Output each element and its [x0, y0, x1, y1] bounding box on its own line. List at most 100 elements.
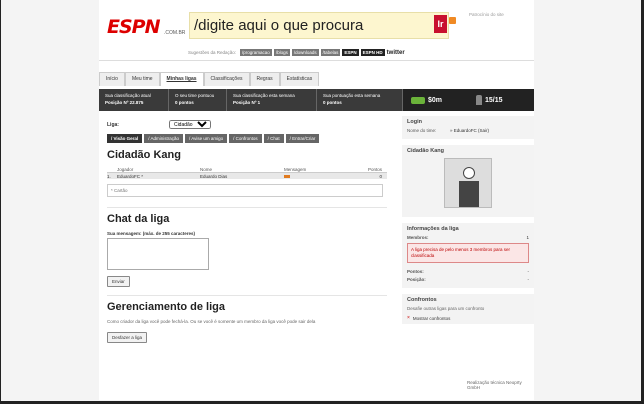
- team-name-row: Nome do time: » EduardoFC (Sair): [407, 128, 529, 133]
- cell-index: 1.: [107, 173, 111, 179]
- subnav-entrar-criar[interactable]: / Entrar/Criar: [285, 134, 320, 143]
- tab-inicio[interactable]: Início: [99, 72, 125, 86]
- search-input[interactable]: [190, 13, 420, 38]
- message-icon[interactable]: [284, 174, 290, 178]
- money-icon: [411, 96, 425, 104]
- suggestion-link[interactable]: /blogs: [273, 49, 290, 56]
- send-button[interactable]: Enviar: [107, 276, 130, 287]
- login-title: Login: [407, 119, 422, 125]
- position-label: Posição:: [407, 277, 426, 282]
- tab-estatisticas[interactable]: Estatísticas: [279, 72, 320, 86]
- team-name-link[interactable]: » EduardoFC (Sair): [450, 128, 489, 133]
- subnav-avise-amigo[interactable]: / Avise um amigo: [184, 134, 228, 143]
- avatar-body: [459, 181, 479, 207]
- rss-icon[interactable]: [449, 17, 456, 24]
- col-index: [107, 167, 117, 172]
- col-pontos: Pontos: [367, 167, 382, 172]
- show-confrontos-label[interactable]: Mostrar confrontos: [413, 316, 451, 321]
- cell-mensagem[interactable]: [284, 174, 354, 179]
- points-row: Pontos: -: [407, 269, 529, 274]
- col-mensagem: Mensagem: [284, 167, 307, 172]
- disband-league-button[interactable]: Desfazer a liga: [107, 332, 148, 343]
- show-confrontos-link[interactable]: × Mostrar confrontos: [407, 315, 529, 321]
- suggestions-bar: Sugestões da Redação: /programacao /blog…: [188, 48, 405, 57]
- points-value: -: [527, 269, 530, 274]
- league-title: Cidadão Kang: [107, 149, 181, 161]
- main-column: Liga: Cidadão Kang / Visão Geral / Admin…: [107, 120, 387, 343]
- chat-label: Sua mensagem: (máx. de 255 caracteres): [107, 231, 196, 236]
- suggestion-link[interactable]: /programacao: [240, 49, 272, 56]
- points-label: Pontos:: [407, 269, 424, 274]
- manage-title: Gerenciamento de liga: [107, 301, 225, 313]
- profile-title: Cidadão Kang: [407, 148, 444, 154]
- subnav-chat[interactable]: / Chat: [263, 134, 284, 143]
- col-nome: Nome: [200, 167, 213, 172]
- search-button[interactable]: Ir: [434, 15, 447, 33]
- league-subnav: / Visão Geral / Administração / Avise um…: [107, 134, 387, 143]
- members-value: 1: [526, 235, 529, 240]
- page: ESPN .COM.BR Ir Patrocínio do site Suges…: [99, 0, 534, 400]
- divider: [107, 295, 387, 296]
- close-icon: ×: [407, 315, 410, 321]
- confrontos-text: Desafie outras ligas para um confronto: [407, 306, 485, 311]
- twitter-link[interactable]: twitter: [387, 50, 405, 56]
- logo-suffix: .COM.BR: [164, 30, 186, 36]
- confrontos-box: Confrontos Desafie outras ligas para um …: [402, 294, 534, 324]
- tab-classificacoes[interactable]: Classificações: [203, 72, 250, 86]
- suggestion-link[interactable]: /tabelas: [320, 49, 341, 56]
- login-box: Login Nome do time: » EduardoFC (Sair): [402, 116, 534, 139]
- league-select-row: Liga: Cidadão Kang: [107, 120, 387, 129]
- members-label: Membros:: [407, 235, 429, 240]
- subnav-confrontos[interactable]: / Confrontos: [229, 134, 262, 143]
- espn-hd-link[interactable]: ESPN HD: [360, 49, 385, 56]
- stat-value: 0 pontos: [323, 100, 342, 105]
- stat-current-rank: Sua classificação atual Posição Nº 22.87…: [99, 89, 169, 111]
- tab-minhas-ligas[interactable]: Minhas ligas: [159, 72, 204, 86]
- money-display: $0m: [403, 89, 468, 111]
- footer-credit: Realização técnica Neoprty GmbH: [467, 380, 522, 390]
- stat-label: Sua pontuação esta semana: [323, 93, 381, 98]
- players-display: 15/15: [468, 89, 534, 111]
- avatar-head: [463, 167, 475, 179]
- players-value: 15/15: [485, 96, 503, 104]
- avatar: [444, 158, 492, 208]
- stat-team-points: O seu time pontuou 0 pontos: [169, 89, 227, 111]
- caption-input[interactable]: [107, 184, 383, 197]
- manage-text: Como criador da liga você pode fechá-la.…: [107, 319, 316, 324]
- col-jogador: Jogador: [117, 167, 134, 172]
- team-name-label: Nome do time:: [407, 128, 437, 133]
- league-select[interactable]: Cidadão Kang: [168, 120, 211, 129]
- suggestion-link[interactable]: /downloads: [291, 49, 319, 56]
- league-info-title: Informações da liga: [407, 226, 459, 232]
- espn-brand-link[interactable]: ESPN: [342, 49, 359, 56]
- window-left-edge: [0, 0, 1, 404]
- profile-box: Cidadão Kang: [402, 145, 534, 217]
- position-row: Posição: -: [407, 277, 529, 282]
- confrontos-title: Confrontos: [407, 297, 437, 303]
- table-row[interactable]: 1. EduardoFC * Eduardo Dias 0: [107, 173, 387, 179]
- members-row: Membros: 1: [407, 235, 529, 240]
- main-tabs: Início Meu time Minhas ligas Classificaç…: [99, 72, 320, 86]
- subnav-visao-geral[interactable]: / Visão Geral: [107, 134, 143, 143]
- cell-pontos: 0: [379, 173, 382, 179]
- stat-week-rank: Sua classificação esta semana Posição Nº…: [227, 89, 317, 111]
- stat-label: O seu time pontuou: [175, 93, 215, 98]
- chat-message-input[interactable]: [107, 238, 209, 270]
- search-box: [189, 12, 449, 39]
- cell-jogador[interactable]: EduardoFC *: [117, 174, 200, 179]
- stat-value: Posição Nº 1: [233, 100, 261, 105]
- stats-bar: Sua classificação atual Posição Nº 22.87…: [99, 89, 534, 111]
- position-value: -: [527, 277, 530, 282]
- subnav-administracao[interactable]: / Administração: [144, 134, 183, 143]
- tab-regras[interactable]: Regras: [249, 72, 280, 86]
- tab-meu-time[interactable]: Meu time: [124, 72, 160, 86]
- stat-value: 0 pontos: [175, 100, 194, 105]
- stat-value: Posição Nº 22.875: [105, 100, 144, 105]
- divider: [107, 207, 387, 208]
- stat-label: Sua classificação esta semana: [233, 93, 295, 98]
- cell-nome: Eduardo Dias: [200, 173, 228, 179]
- league-label: Liga:: [107, 121, 119, 128]
- stat-label: Sua classificação atual: [105, 93, 151, 98]
- classification-alert: A liga precisa de pelo menos 3 membros p…: [407, 243, 529, 263]
- espn-logo[interactable]: ESPN .COM.BR: [107, 15, 186, 39]
